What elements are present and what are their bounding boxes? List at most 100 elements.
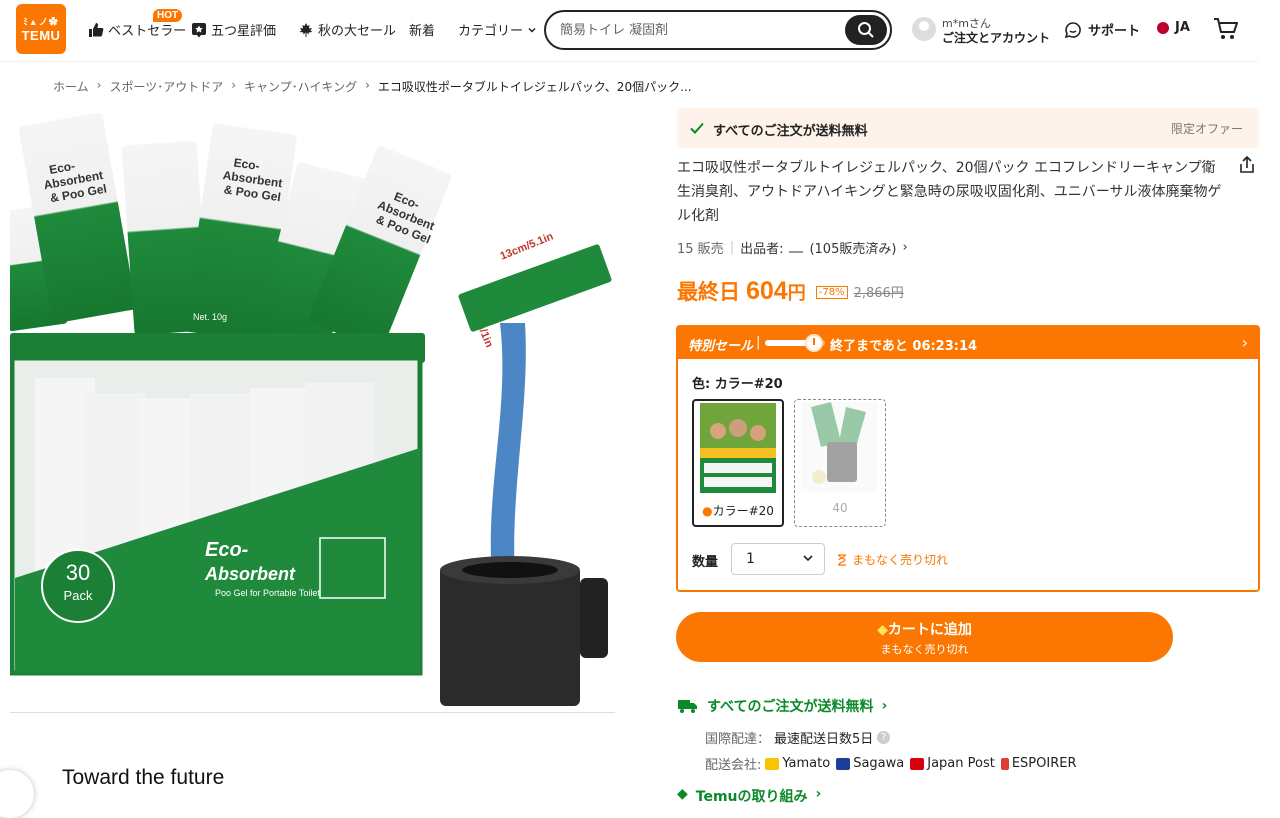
nav-categories-label: カテゴリー [458, 24, 524, 39]
breadcrumb-separator: › [365, 78, 370, 92]
section-heading: Toward the future [62, 766, 225, 789]
check-icon [690, 122, 704, 134]
sale-progress-fill [765, 340, 809, 346]
truck-icon [678, 700, 697, 713]
support-link[interactable]: サポート [1064, 20, 1140, 39]
international-delivery: 国際配達： 最速配送日数5日 ? [705, 728, 891, 747]
floating-widget[interactable] [0, 770, 34, 818]
breadcrumb-item-sports[interactable]: スポーツ･アウトドア [109, 78, 223, 95]
tag-icon: ◆ [877, 622, 888, 638]
nav-new-arrivals[interactable]: 新着 [409, 20, 435, 39]
breadcrumb-item-current: エコ吸収性ポータブルトイレジェルパック、20個パック... [377, 80, 692, 94]
green-bag: 30 Pack Eco- Absorbent Poo Gel for Porta… [10, 333, 425, 676]
gel-pouches-back [10, 112, 452, 354]
pack-word: Pack [64, 588, 93, 603]
yamato-logo-icon [765, 757, 780, 770]
avatar [912, 17, 936, 41]
swatch-caption: ●カラー#20 [702, 504, 774, 518]
sagawa-logo-icon [836, 757, 851, 770]
free-shipping-link-text: すべてのご注文が送料無料 [707, 699, 874, 715]
swatch-thumbnail [801, 402, 877, 492]
nav-autumn-sale-label: 秋の大セール [318, 24, 397, 39]
seller-avatar-icon[interactable] [789, 243, 804, 253]
price-row: 最終日 604 円 -78% 2,866円 [677, 276, 904, 306]
breadcrumb-separator: › [96, 78, 102, 92]
intl-label: 国際配達： [705, 732, 771, 747]
free-shipping-banner: すべてのご注文が送料無料 限定オファー [677, 108, 1259, 148]
discount-badge: -78% [815, 286, 848, 299]
price-currency: 円 [787, 283, 806, 304]
chevron-right-icon: › [1241, 333, 1248, 352]
carrier-label: 配送会社: [705, 758, 762, 773]
free-shipping-text: すべてのご注文が送料無料 [713, 124, 868, 139]
breadcrumb-item-home[interactable]: ホーム [53, 78, 89, 95]
quantity-select[interactable]: 1 [731, 543, 825, 575]
language-selector[interactable]: JA [1157, 20, 1190, 35]
product-illustration: Eco-Absorbent& Poo Gel Eco-Absorbent& Po… [10, 112, 612, 706]
account-orders-label: ご注文とアカウント [942, 31, 1051, 45]
product-title: エコ吸収性ポータブルトイレジェルパック、20個パック エコフレンドリーキャンプ衛… [677, 160, 1222, 224]
japan-flag-icon [1157, 21, 1169, 34]
japan-post-logo-icon [910, 757, 925, 770]
color-swatch-40[interactable]: 40 [794, 399, 886, 527]
brand-subtitle: Poo Gel for Portable Toilet [215, 588, 320, 598]
temu-initiative-link[interactable]: ◆ Temuの取り組み › [677, 786, 821, 806]
hot-badge: HOT [153, 9, 183, 22]
hourglass-icon [838, 553, 846, 566]
cart-icon [1214, 18, 1238, 39]
add-to-cart-sublabel: まもなく売り切れ [880, 643, 969, 656]
search-icon [858, 22, 874, 38]
quantity-label: 数量 [692, 555, 719, 570]
flash-sale-panel: 特別セール | 終了まであと 06:23:14 › 色: カラー#20 ●カラー… [676, 325, 1260, 592]
chevron-down-icon [803, 555, 813, 562]
nav-bestseller[interactable]: ベストセラー [88, 20, 186, 39]
selling-out-notice: まもなく売り切れ [836, 551, 948, 568]
support-label: サポート [1088, 24, 1141, 39]
selling-out-text: まもなく売り切れ [852, 553, 949, 567]
carrier-espoirer: ESPOIRER [1000, 756, 1077, 771]
chevron-down-icon [528, 27, 536, 33]
language-label: JA [1175, 20, 1190, 35]
search-button[interactable] [845, 15, 887, 45]
share-button[interactable] [1237, 155, 1257, 179]
nav-five-star[interactable]: 五つ星評価 [191, 20, 276, 39]
add-to-cart-button[interactable]: ◆カートに追加 まもなく売り切れ [676, 612, 1173, 662]
flame-icon: ● [702, 504, 713, 518]
breadcrumb-item-camping[interactable]: キャンプ･ハイキング [244, 78, 357, 95]
pack-count: 30 [66, 560, 90, 585]
flash-sale-label: 特別セール [688, 339, 754, 354]
search-input[interactable] [560, 21, 840, 39]
nav-autumn-sale[interactable]: 秋の大セール [298, 20, 396, 39]
free-shipping-link[interactable]: すべてのご注文が送料無料 › [677, 696, 887, 716]
star-badge-icon [192, 22, 206, 37]
cart-button[interactable] [1213, 17, 1239, 45]
search-bar [544, 10, 892, 50]
divider: | [756, 335, 761, 350]
swatch-caption: 40 [832, 501, 848, 515]
help-icon[interactable]: ? [877, 731, 891, 744]
nav-categories[interactable]: カテゴリー [458, 20, 537, 39]
maple-leaf-icon [299, 22, 313, 37]
color-label: 色: カラー#20 [692, 377, 783, 392]
net-weight-label: Net. 10g [193, 312, 227, 322]
flash-sale-header[interactable]: 特別セール | 終了まであと 06:23:14 › [678, 327, 1258, 359]
logo-mark: ﾐ▲ノ✿ [23, 17, 59, 27]
thumbs-up-icon [89, 22, 104, 37]
nav-bestseller-label: ベストセラー [108, 24, 187, 39]
quantity-value: 1 [746, 551, 755, 567]
espoirer-logo-icon [1000, 757, 1009, 770]
top-header: ﾐ▲ノ✿ TEMU ベストセラー HOT 五つ星評価 秋の大セール 新着 カテゴ… [0, 0, 1258, 62]
clock-icon [805, 334, 823, 352]
carrier-list: 配送会社: Yamato Sagawa Japan Post ESPOIRER [705, 754, 1079, 773]
carrier-yamato: Yamato [765, 756, 830, 771]
carrier-sagawa: Sagawa [836, 756, 904, 771]
chevron-right-icon: › [881, 698, 888, 714]
seller-label: 出品者: [740, 242, 784, 257]
dimension-length: 13cm/5.1in [498, 230, 555, 262]
color-swatch-20[interactable]: ●カラー#20 [692, 399, 784, 527]
brand-title-line1: Eco- [205, 539, 249, 561]
temu-logo[interactable]: ﾐ▲ノ✿ TEMU [16, 4, 66, 54]
seller-sales[interactable]: (105販売済み) [809, 238, 896, 257]
chat-bubble-icon [1064, 21, 1081, 38]
product-main-image[interactable]: Eco-Absorbent& Poo Gel Eco-Absorbent& Po… [10, 108, 615, 713]
